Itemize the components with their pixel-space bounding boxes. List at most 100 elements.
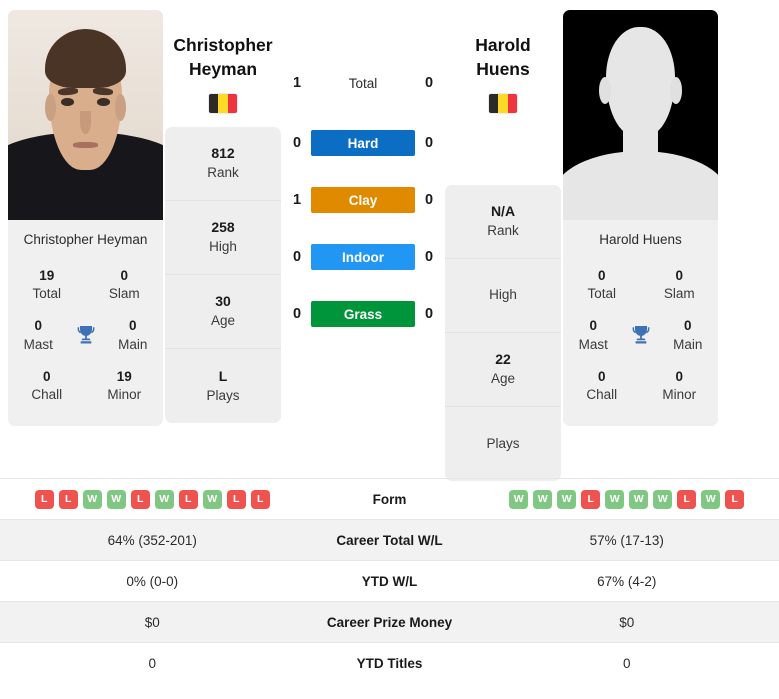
stat-label: Chall — [586, 387, 618, 403]
left-player-card[interactable]: Christopher Heyman 19 Total 0 Slam 0 Mas… — [8, 10, 163, 427]
titles-row: 0 Mast 0 Main — [8, 309, 163, 359]
left-player-photo-caption: Christopher Heyman — [8, 220, 163, 257]
info-label: Age — [210, 313, 236, 329]
info-age: 22 Age — [445, 333, 561, 407]
info-label: High — [209, 239, 237, 255]
info-age: 30 Age — [165, 275, 281, 349]
right-player-photo — [563, 10, 718, 220]
left-value: 64% (352-201) — [107, 532, 197, 548]
table-row-label: YTD Titles — [356, 655, 423, 671]
stat-value: 0 — [597, 368, 606, 384]
form-badge-loss: L — [130, 489, 150, 509]
right-value: $0 — [619, 614, 635, 630]
titles-row: 19 Total 0 Slam — [8, 259, 163, 309]
table-row-label: Career Total W/L — [336, 532, 443, 548]
left-player-info-card: 812 Rank 258 High 30 Age L Plays — [165, 126, 281, 423]
form-badge-loss: L — [58, 489, 78, 509]
h2h-comparison-page: Christopher Heyman 19 Total 0 Slam 0 Mas… — [0, 0, 779, 699]
left-player-photo — [8, 10, 163, 220]
head-to-head-surface-column: 1 Total 0 0 Hard 0 1 Clay 0 0 Indoor 0 0 — [283, 10, 443, 354]
stat-label: Total — [32, 286, 62, 302]
form-badge-win: W — [154, 489, 174, 509]
stat-total: 0 Total — [563, 259, 641, 309]
stat-slam: 0 Slam — [641, 259, 719, 309]
right-value: 67% (4-2) — [597, 573, 657, 589]
stat-chall: 0 Chall — [8, 360, 86, 410]
h2h-row-hard: 0 Hard 0 — [283, 126, 443, 160]
right-player-titles-block: 0 Total 0 Slam 0 Mast 0 Main 0 Chall 0 M… — [563, 257, 718, 427]
trophy-icon — [69, 309, 103, 359]
info-high: 258 High — [165, 201, 281, 275]
stat-label: Slam — [108, 286, 140, 302]
h2h-right-count: 0 — [424, 135, 434, 151]
surface-bar-grass[interactable]: Grass — [311, 301, 415, 327]
stat-total: 19 Total — [8, 259, 86, 309]
stat-value: 0 — [120, 268, 128, 283]
form-badge-loss: L — [581, 489, 601, 509]
info-value: L — [218, 367, 228, 384]
titles-row: 0 Mast 0 Main — [563, 309, 718, 359]
left-player-titles-block: 19 Total 0 Slam 0 Mast 0 Main 0 Chall 19… — [8, 257, 163, 427]
info-plays: Plays — [445, 407, 561, 481]
stat-label: Mast — [578, 336, 608, 352]
stat-value: 0 — [683, 318, 692, 334]
left-name-last: Heyman — [188, 58, 258, 79]
info-rank: N/A Rank — [445, 185, 561, 259]
form-badge-loss: L — [178, 489, 198, 509]
stat-value: 0 — [597, 268, 606, 283]
stat-value: 0 — [675, 368, 683, 384]
form-badge-loss: L — [677, 489, 697, 509]
form-badge-win: W — [533, 489, 553, 509]
form-badge-win: W — [701, 489, 721, 509]
form-badge-loss: L — [34, 489, 54, 509]
h2h-right-count: 0 — [424, 75, 434, 91]
form-badge-loss: L — [226, 489, 246, 509]
table-row-ytd-titles: 0 YTD Titles 0 — [0, 642, 779, 683]
stat-value: 0 — [34, 318, 42, 334]
info-label: Plays — [206, 387, 240, 403]
comparison-table: LLWWLWLWLL Form WWWLWWWLWL 64% (352-201)… — [0, 478, 779, 683]
left-value: 0% (0-0) — [126, 573, 179, 589]
form-badge-win: W — [202, 489, 222, 509]
surface-bar-clay[interactable]: Clay — [311, 187, 415, 213]
right-player-photo-caption: Harold Huens — [563, 220, 718, 257]
h2h-row-grass: 0 Grass 0 — [283, 297, 443, 331]
right-player-info-card: N/A Rank High 22 Age Plays — [445, 184, 561, 481]
h2h-left-count: 1 — [292, 192, 302, 208]
info-label: Plays — [486, 435, 520, 451]
left-player-flag-belgium-icon — [209, 93, 237, 113]
form-badge-win: W — [82, 489, 102, 509]
stat-main: 0 Main — [658, 309, 719, 359]
info-value: 812 — [211, 145, 235, 162]
surface-bar-hard[interactable]: Hard — [311, 130, 415, 156]
stat-minor: 0 Minor — [641, 360, 719, 410]
left-form-strip: LLWWLWLWLL — [0, 489, 305, 509]
stat-label: Main — [118, 336, 148, 352]
stat-label: Minor — [107, 387, 142, 403]
form-badge-win: W — [629, 489, 649, 509]
h2h-row-clay: 1 Clay 0 — [283, 183, 443, 217]
stat-label: Slam — [663, 286, 695, 302]
info-value: 258 — [211, 219, 235, 236]
table-row-career-total-wl: 64% (352-201) Career Total W/L 57% (17-1… — [0, 519, 779, 560]
info-high: High — [445, 259, 561, 333]
table-row-ytd-wl: 0% (0-0) YTD W/L 67% (4-2) — [0, 560, 779, 601]
info-label: Age — [490, 371, 516, 387]
stat-mast: 0 Mast — [563, 309, 624, 359]
right-player-flag-belgium-icon — [489, 93, 517, 113]
h2h-left-count: 0 — [292, 306, 302, 322]
titles-row: 0 Total 0 Slam — [563, 259, 718, 309]
table-row-label: YTD W/L — [361, 573, 418, 589]
right-player-name: Harold Huens — [475, 10, 530, 82]
right-name-last: Huens — [476, 58, 530, 79]
right-player-card[interactable]: Harold Huens 0 Total 0 Slam 0 Mast 0 Mai… — [563, 10, 718, 427]
surface-bar-indoor[interactable]: Indoor — [311, 244, 415, 270]
h2h-row-total: 1 Total 0 — [283, 66, 443, 100]
stat-value: 19 — [39, 268, 55, 283]
trophy-icon — [624, 309, 658, 359]
table-row-label: Career Prize Money — [326, 614, 453, 630]
info-value: N/A — [490, 203, 516, 220]
titles-row: 0 Chall 0 Minor — [563, 360, 718, 410]
form-badge-win: W — [557, 489, 577, 509]
form-badge-win: W — [106, 489, 126, 509]
